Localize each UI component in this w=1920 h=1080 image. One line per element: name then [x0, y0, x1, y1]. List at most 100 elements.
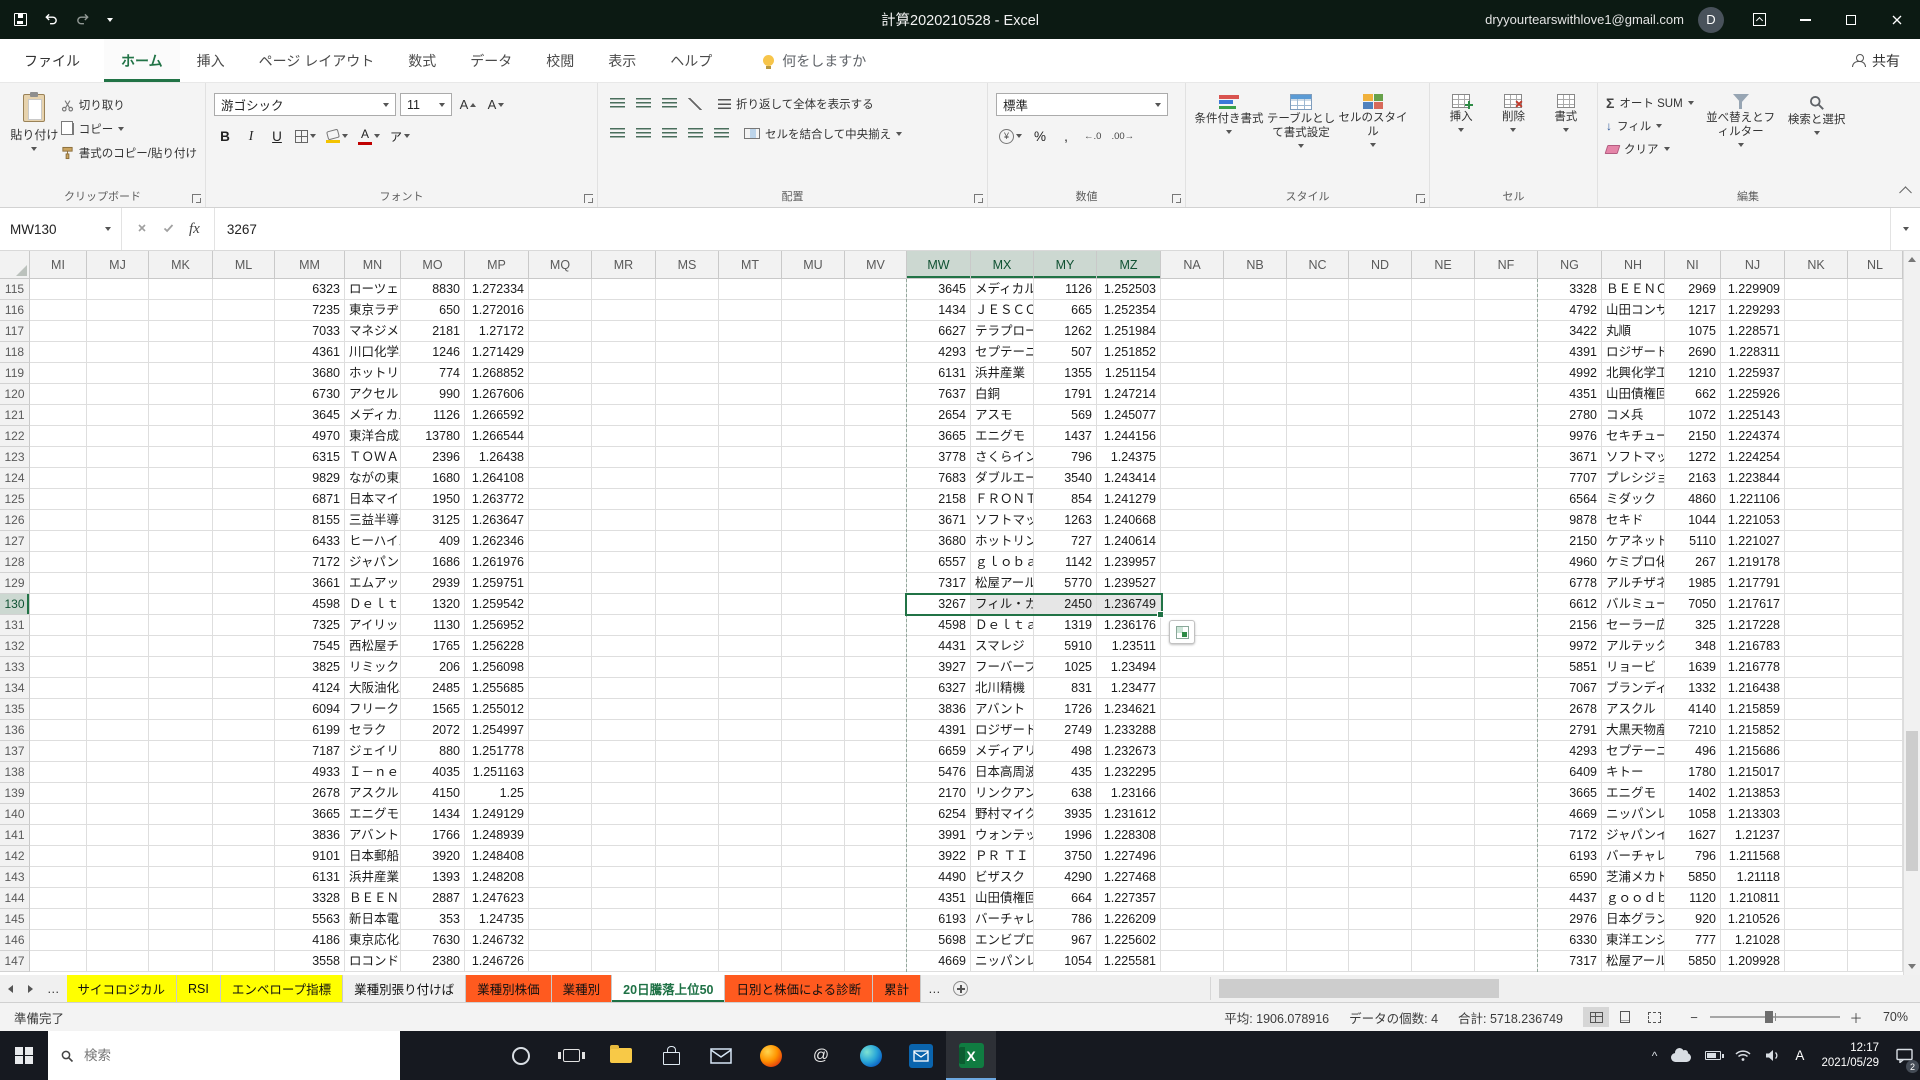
cell-ML146[interactable]: [213, 930, 275, 951]
cell-MW144[interactable]: 4351: [907, 888, 971, 909]
cell-MN132[interactable]: 西松屋チェ: [345, 636, 401, 657]
start-button[interactable]: [0, 1031, 48, 1080]
cell-NL144[interactable]: [1848, 888, 1903, 909]
cell-NB123[interactable]: [1224, 447, 1287, 468]
cell-MZ139[interactable]: 1.23166: [1097, 783, 1161, 804]
cell-ND147[interactable]: [1349, 951, 1412, 972]
percent-format-button[interactable]: %: [1029, 125, 1051, 147]
cell-NK129[interactable]: [1785, 573, 1848, 594]
cell-MP138[interactable]: 1.251163: [465, 762, 529, 783]
cell-MI121[interactable]: [30, 405, 87, 426]
cell-MJ142[interactable]: [87, 846, 149, 867]
autosum-button[interactable]: Σ オート SUM: [1606, 95, 1694, 111]
cell-MU118[interactable]: [782, 342, 845, 363]
cell-NK147[interactable]: [1785, 951, 1848, 972]
cell-NE115[interactable]: [1412, 279, 1475, 300]
cell-MJ117[interactable]: [87, 321, 149, 342]
cell-MO134[interactable]: 2485: [401, 678, 465, 699]
cell-NI122[interactable]: 2150: [1665, 426, 1721, 447]
cell-NB125[interactable]: [1224, 489, 1287, 510]
horizontal-scrollbar-thumb[interactable]: [1219, 979, 1499, 998]
cell-NC145[interactable]: [1287, 909, 1349, 930]
row-header-119[interactable]: 119: [0, 363, 30, 384]
cell-MT147[interactable]: [719, 951, 782, 972]
cell-MO139[interactable]: 4150: [401, 783, 465, 804]
tray-notifications[interactable]: 2: [1889, 1031, 1920, 1080]
cell-MO145[interactable]: 353: [401, 909, 465, 930]
cell-ND117[interactable]: [1349, 321, 1412, 342]
cell-MP147[interactable]: 1.246726: [465, 951, 529, 972]
cell-MQ146[interactable]: [529, 930, 592, 951]
cell-MZ117[interactable]: 1.251984: [1097, 321, 1161, 342]
cell-ML138[interactable]: [213, 762, 275, 783]
cell-NK143[interactable]: [1785, 867, 1848, 888]
cell-MX128[interactable]: ｇｌｏｂａ: [971, 552, 1034, 573]
cell-MI130[interactable]: [30, 594, 87, 615]
cell-NH141[interactable]: ジャパンイ: [1602, 825, 1665, 846]
cell-ND123[interactable]: [1349, 447, 1412, 468]
col-header-ML[interactable]: ML: [213, 251, 275, 279]
cell-ML119[interactable]: [213, 363, 275, 384]
cell-NF128[interactable]: [1475, 552, 1538, 573]
cell-NI125[interactable]: 4860: [1665, 489, 1721, 510]
cell-MI126[interactable]: [30, 510, 87, 531]
row-header-143[interactable]: 143: [0, 867, 30, 888]
cell-MM124[interactable]: 9829: [275, 468, 345, 489]
cell-MV142[interactable]: [845, 846, 907, 867]
tab-page-layout[interactable]: ページ レイアウト: [242, 39, 392, 82]
cell-NJ129[interactable]: 1.217791: [1721, 573, 1785, 594]
cell-NI146[interactable]: 777: [1665, 930, 1721, 951]
cell-NA146[interactable]: [1161, 930, 1224, 951]
cell-NJ139[interactable]: 1.213853: [1721, 783, 1785, 804]
cell-MN138[interactable]: Ｉ－ｎｅ: [345, 762, 401, 783]
avatar[interactable]: D: [1698, 7, 1724, 33]
cell-MO128[interactable]: 1686: [401, 552, 465, 573]
cell-MI122[interactable]: [30, 426, 87, 447]
cell-NI129[interactable]: 1985: [1665, 573, 1721, 594]
cell-NE127[interactable]: [1412, 531, 1475, 552]
cell-MI129[interactable]: [30, 573, 87, 594]
cell-MI137[interactable]: [30, 741, 87, 762]
quick-analysis-button[interactable]: [1169, 620, 1195, 644]
underline-button[interactable]: U: [266, 125, 288, 147]
cell-MI142[interactable]: [30, 846, 87, 867]
cell-MJ127[interactable]: [87, 531, 149, 552]
cell-MK143[interactable]: [149, 867, 213, 888]
cell-NF137[interactable]: [1475, 741, 1538, 762]
normal-view-button[interactable]: [1583, 1007, 1609, 1027]
cell-MX132[interactable]: スマレジ: [971, 636, 1034, 657]
cell-MI117[interactable]: [30, 321, 87, 342]
cell-NK145[interactable]: [1785, 909, 1848, 930]
col-header-NB[interactable]: NB: [1224, 251, 1287, 279]
cell-NI147[interactable]: 5850: [1665, 951, 1721, 972]
cell-MK126[interactable]: [149, 510, 213, 531]
cell-MP137[interactable]: 1.251778: [465, 741, 529, 762]
sheet-overflow-left[interactable]: …: [40, 975, 67, 1002]
cell-NC142[interactable]: [1287, 846, 1349, 867]
align-bottom-button[interactable]: [658, 93, 680, 114]
cell-MK123[interactable]: [149, 447, 213, 468]
cell-MI125[interactable]: [30, 489, 87, 510]
cell-NH123[interactable]: ソフトマッ: [1602, 447, 1665, 468]
format-as-table-button[interactable]: テーブルとして書式設定: [1266, 90, 1336, 182]
row-header-127[interactable]: 127: [0, 531, 30, 552]
cell-ML147[interactable]: [213, 951, 275, 972]
cell-NJ128[interactable]: 1.219178: [1721, 552, 1785, 573]
cell-MV130[interactable]: [845, 594, 907, 615]
cell-MS129[interactable]: [656, 573, 719, 594]
cell-MJ136[interactable]: [87, 720, 149, 741]
cell-MZ122[interactable]: 1.244156: [1097, 426, 1161, 447]
cell-MY121[interactable]: 569: [1034, 405, 1097, 426]
cell-MW137[interactable]: 6659: [907, 741, 971, 762]
cell-MW132[interactable]: 4431: [907, 636, 971, 657]
cell-MS147[interactable]: [656, 951, 719, 972]
cell-MR118[interactable]: [592, 342, 656, 363]
cell-NG129[interactable]: 6778: [1538, 573, 1602, 594]
cell-MU120[interactable]: [782, 384, 845, 405]
cell-MT118[interactable]: [719, 342, 782, 363]
cell-MZ124[interactable]: 1.243414: [1097, 468, 1161, 489]
cell-NA139[interactable]: [1161, 783, 1224, 804]
row-header-139[interactable]: 139: [0, 783, 30, 804]
cell-NL125[interactable]: [1848, 489, 1903, 510]
cell-MQ134[interactable]: [529, 678, 592, 699]
